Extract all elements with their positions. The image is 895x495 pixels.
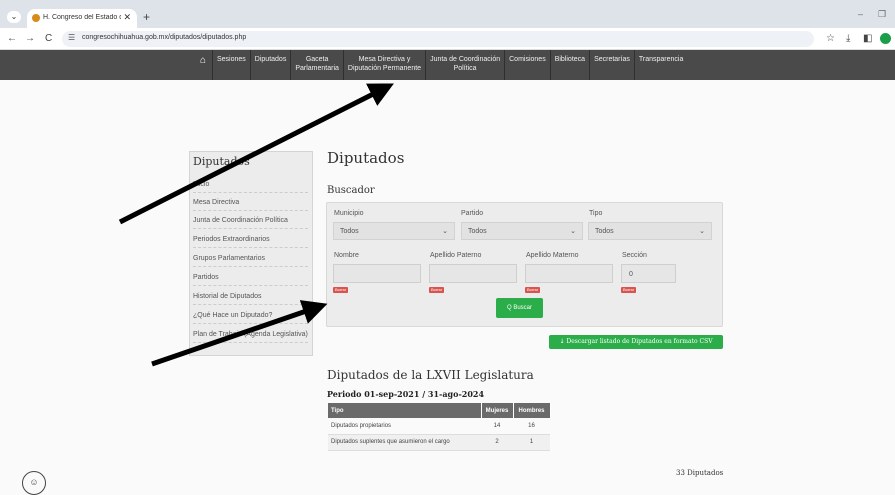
seccion-label: Sección (622, 252, 647, 259)
sidebar-item[interactable]: Partidos (193, 273, 308, 286)
nav-item-label: Comisiones (509, 56, 546, 63)
home-icon[interactable]: ⌂ (194, 50, 212, 80)
nav-item-transparencia[interactable]: Transparencia (633, 50, 688, 80)
nav-item-label: Mesa Directiva y (358, 56, 411, 63)
nombre-input[interactable] (333, 264, 421, 283)
table-cell: 14 (481, 418, 513, 435)
municipio-select[interactable]: Todos ⌄ (333, 222, 455, 240)
url-bar[interactable]: ☰ congresochihuahua.gob.mx/diputados/dip… (62, 31, 814, 47)
nombre-label: Nombre (334, 252, 359, 259)
table-header-hombres: Hombres (513, 403, 551, 418)
table-header-mujeres: Mujeres (481, 403, 514, 418)
tipo-select[interactable]: Todos ⌄ (588, 222, 712, 240)
table-cell: 2 (481, 434, 513, 451)
period-label: Periodo 01-sep-2021 / 31-ago-2024 (327, 389, 485, 399)
nav-item-label: Diputados (254, 56, 287, 63)
nav-item-diputados[interactable]: Diputados (249, 50, 291, 80)
clear-seccion-button[interactable]: Borrar (621, 287, 637, 293)
nav-item-label: Parlamentaria (295, 65, 339, 72)
nav-item-label: Diputación Permanente (347, 65, 422, 72)
apellido-materno-input[interactable] (525, 264, 613, 283)
back-icon[interactable]: ← (7, 33, 17, 44)
table-row: Diputados propietarios 14 16 (328, 418, 550, 435)
nav-item-label: Secretarías (594, 56, 630, 63)
nav-item-biblioteca[interactable]: Biblioteca (549, 50, 589, 80)
partido-value: Todos (468, 228, 487, 235)
nav-item-label: Transparencia (638, 56, 684, 63)
congress-seal-icon: ☺ (22, 471, 46, 495)
search-button[interactable]: Q Buscar (496, 298, 543, 318)
partido-label: Partido (461, 210, 484, 217)
restore-icon[interactable]: ❐ (878, 9, 886, 20)
clear-paterno-button[interactable]: Borrar (429, 287, 445, 293)
side-panel-icon[interactable]: ◧ (863, 33, 872, 44)
sidebar-item[interactable]: Periodos Extraordinarios (193, 235, 308, 248)
table-cell: Diputados propietarios (328, 418, 481, 435)
sidebar: Diputados Inicio Mesa Directiva Junta de C… (189, 151, 313, 356)
browser-tab-bar: ⌄ H. Congreso del Estado de Chih ✕ + – ❐ (0, 0, 895, 28)
nav-item-mesa-directiva-y-diputaci-n-permanente[interactable]: Mesa Directiva y Diputación Permanente (342, 50, 425, 80)
table-header-tipo: Tipo (328, 403, 482, 418)
sidebar-item[interactable]: Historial de Diputados (193, 292, 308, 305)
reload-icon[interactable]: C (45, 33, 52, 44)
table-row: Diputados suplentes que asumieron el car… (328, 434, 550, 451)
nav-item-gaceta-parlamentaria[interactable]: Gaceta Parlamentaria (290, 50, 343, 80)
sidebar-item[interactable]: Inicio (193, 180, 308, 193)
deputies-count: 33 Diputados (676, 469, 724, 477)
nav-item-label: Junta de Coordinación (430, 56, 501, 63)
new-tab-icon[interactable]: + (143, 10, 150, 24)
nav-item-label: Gaceta (305, 56, 329, 63)
sidebar-item[interactable]: Plan de Trabajo (Agenda Legislativa) (193, 330, 308, 343)
apellido-paterno-input[interactable] (429, 264, 517, 283)
nav-item-sesiones[interactable]: Sesiones (212, 50, 250, 80)
site-favicon-icon (32, 14, 40, 22)
deputies-summary-table: Tipo Mujeres Hombres Diputados propietar… (328, 403, 551, 451)
site-info-icon[interactable]: ☰ (68, 33, 75, 42)
clear-nombre-button[interactable]: Borrar (333, 287, 349, 293)
bookmark-star-icon[interactable]: ☆ (826, 33, 835, 44)
minimize-icon[interactable]: – (858, 9, 863, 19)
url-text: congresochihuahua.gob.mx/diputados/diput… (82, 34, 247, 41)
page-title: Diputados (327, 149, 405, 167)
search-heading: Buscador (327, 185, 375, 196)
sidebar-title: Diputados (193, 155, 250, 168)
chevron-down-icon: ⌄ (699, 228, 705, 235)
nav-item-label: Biblioteca (554, 56, 586, 63)
download-csv-button[interactable]: ⤓ Descargar listado de Diputados en form… (549, 335, 723, 349)
profile-avatar[interactable] (880, 33, 891, 44)
seccion-value: 0 (629, 271, 633, 278)
table-cell: Diputados suplentes que asumieron el car… (328, 434, 481, 451)
table-cell: 16 (513, 418, 550, 435)
close-tab-icon[interactable]: ✕ (123, 12, 131, 23)
nav-item-junta-de-coordinaci-n-pol-tica[interactable]: Junta de Coordinación Política (425, 50, 504, 80)
nav-item-label: Sesiones (217, 56, 246, 63)
address-toolbar: ← → C ☰ congresochihuahua.gob.mx/diputad… (0, 28, 895, 50)
municipio-label: Municipio (334, 210, 364, 217)
site-navbar: ⌂ Sesiones Diputados Gaceta Parlamentaria Me… (0, 50, 895, 80)
chevron-down-icon: ⌄ (442, 228, 448, 235)
tab-title: H. Congreso del Estado de Chih (43, 14, 121, 21)
apellido-materno-label: Apellido Materno (526, 252, 579, 259)
sidebar-item[interactable]: Grupos Parlamentarios (193, 254, 308, 267)
nav-item-label: Política (453, 65, 477, 72)
nav-item-secretar-as[interactable]: Secretarías (589, 50, 634, 80)
browser-tab[interactable]: H. Congreso del Estado de Chih ✕ (27, 9, 137, 28)
forward-icon[interactable]: → (25, 33, 35, 44)
nav-item-comisiones[interactable]: Comisiones (504, 50, 550, 80)
table-cell: 1 (513, 434, 550, 451)
partido-select[interactable]: Todos ⌄ (461, 222, 583, 240)
clear-materno-button[interactable]: Borrar (525, 287, 541, 293)
municipio-value: Todos (340, 228, 359, 235)
tipo-label: Tipo (589, 210, 603, 217)
tab-search-icon[interactable]: ⌄ (7, 11, 21, 23)
tipo-value: Todos (595, 228, 614, 235)
sidebar-item[interactable]: Junta de Coordinación Política (193, 216, 308, 229)
seccion-input[interactable]: 0 (621, 264, 676, 283)
apellido-paterno-label: Apellido Paterno (430, 252, 482, 259)
legislature-title: Diputados de la LXVII Legislatura (327, 368, 534, 382)
download-icon[interactable]: ⤓ (846, 33, 850, 44)
chevron-down-icon: ⌄ (570, 228, 576, 235)
sidebar-item[interactable]: Mesa Directiva (193, 198, 308, 211)
sidebar-item[interactable]: ¿Qué Hace un Diputado? (193, 311, 308, 324)
